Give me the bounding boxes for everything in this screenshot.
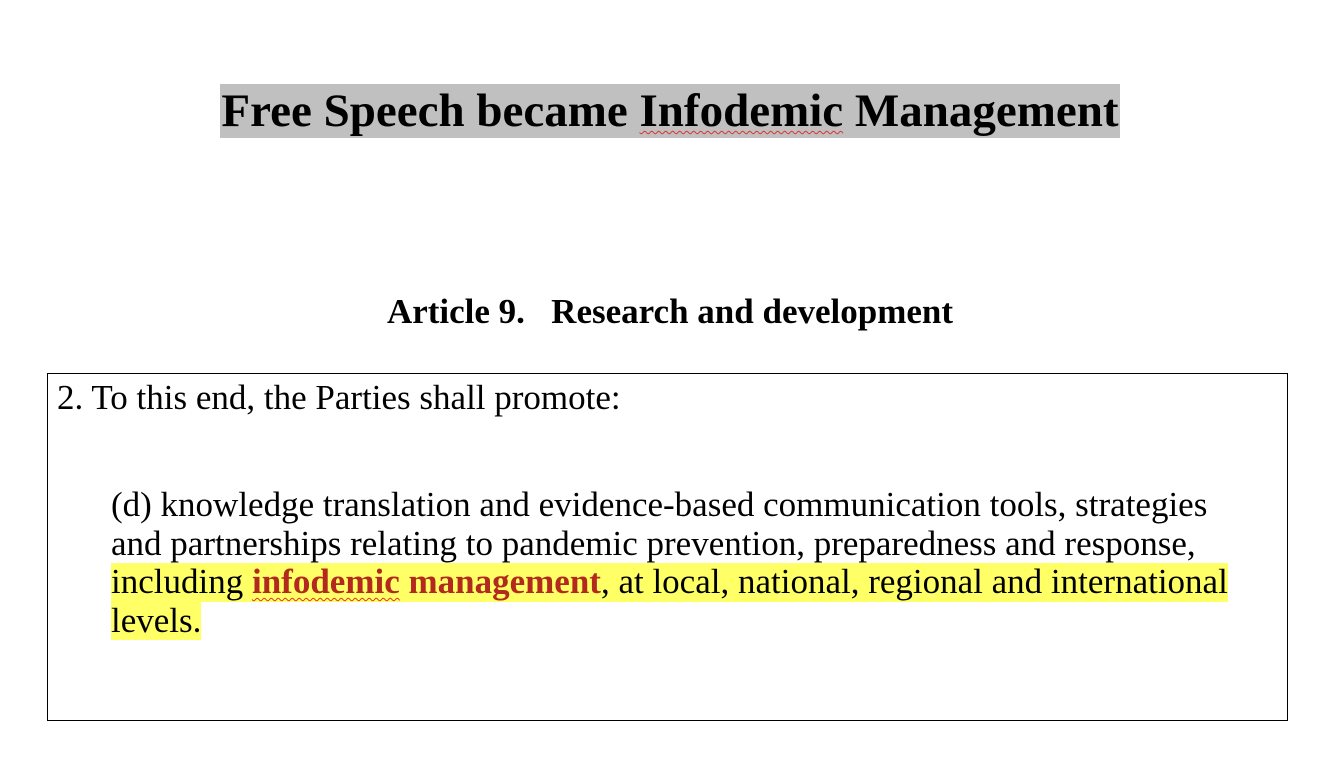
title-text-start: Free Speech became (221, 85, 640, 137)
clause-line-3-highlighted: including infodemic management, at local… (111, 562, 1228, 602)
clause-line-3-rest: , at local, national, regional and inter… (600, 562, 1228, 601)
document-title: Free Speech became Infodemic Management (220, 84, 1120, 138)
title-misspelled-word[interactable]: Infodemic (640, 85, 844, 137)
keyword-management: management (408, 562, 601, 601)
quote-intro: 2. To this end, the Parties shall promot… (57, 378, 621, 417)
clause-line-3-start: including (111, 562, 252, 601)
title-container: Free Speech became Infodemic Management (0, 84, 1340, 138)
quote-box: 2. To this end, the Parties shall promot… (47, 373, 1288, 721)
keyword-infodemic[interactable]: infodemic (252, 562, 400, 601)
clause-line-4: levels. (111, 600, 202, 640)
clause-d: (d) knowledge translation and evidence-b… (111, 485, 1271, 641)
title-text-end: Management (843, 85, 1119, 137)
clause-line-2: and partnerships relating to pandemic pr… (111, 523, 1196, 563)
clause-line-1: (d) knowledge translation and evidence-b… (111, 485, 1208, 524)
article-heading: Article 9. Research and development (386, 292, 954, 331)
clause-line-4-wrap: levels. (111, 600, 1271, 641)
